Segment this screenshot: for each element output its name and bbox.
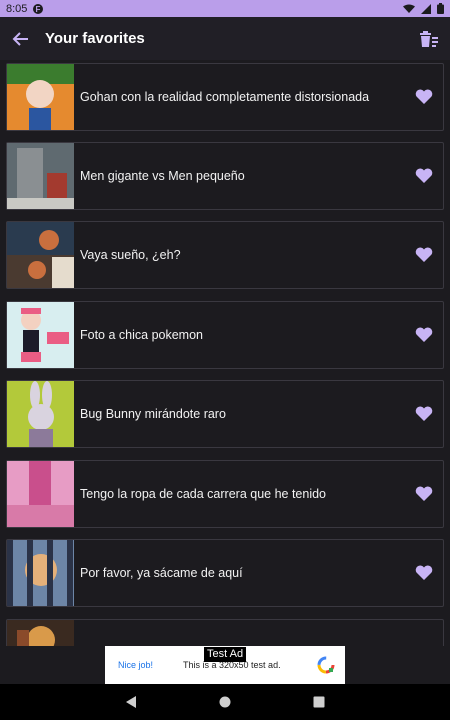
notification-icon: F <box>33 3 44 14</box>
heart-icon <box>415 486 433 501</box>
favorite-title: Por favor, ya sácame de aquí <box>80 566 243 580</box>
favorite-item[interactable]: Gohan con la realidad completamente dist… <box>6 63 444 131</box>
ad-nice-job-text: Nice job! <box>118 660 154 670</box>
favorite-title: Tengo la ropa de cada carrera que he ten… <box>80 487 327 501</box>
favorite-thumbnail <box>7 461 74 527</box>
favorite-thumbnail <box>7 64 74 130</box>
favorite-item[interactable]: Foto a chica pokemon <box>6 301 444 369</box>
battery-icon <box>437 3 444 14</box>
favorite-title: Gohan con la realidad completamente dist… <box>80 90 370 104</box>
favorite-item[interactable] <box>6 619 444 646</box>
favorite-thumbnail <box>7 143 74 209</box>
favorite-thumbnail <box>7 381 74 447</box>
favorite-thumbnail <box>7 302 74 368</box>
back-button[interactable] <box>10 29 30 49</box>
nav-home-button[interactable] <box>213 690 237 714</box>
system-nav-bar <box>0 684 450 720</box>
delete-list-icon <box>420 30 438 47</box>
app-bar: Your favorites <box>0 17 450 60</box>
favorite-toggle-button[interactable] <box>409 320 439 350</box>
favorite-thumbnail <box>7 540 74 606</box>
favorite-toggle-button[interactable] <box>409 399 439 429</box>
heart-icon <box>415 89 433 104</box>
triangle-back-icon <box>126 696 136 708</box>
delete-all-button[interactable] <box>418 28 440 50</box>
status-bar: 8:05 F <box>0 0 450 17</box>
nav-back-button[interactable] <box>119 690 143 714</box>
svg-text:F: F <box>36 5 41 14</box>
favorite-title: Bug Bunny mirándote raro <box>80 407 226 421</box>
favorite-thumbnail <box>7 222 74 288</box>
test-ad-label: Test Ad <box>204 647 247 662</box>
favorite-item[interactable]: Por favor, ya sácame de aquí <box>6 539 444 607</box>
signal-icon <box>421 3 431 14</box>
heart-icon <box>415 247 433 262</box>
circle-home-icon <box>219 696 231 708</box>
favorite-toggle-button[interactable] <box>409 161 439 191</box>
heart-icon <box>415 168 433 183</box>
favorite-item[interactable]: Tengo la ropa de cada carrera que he ten… <box>6 460 444 528</box>
favorite-title: Vaya sueño, ¿eh? <box>80 248 181 262</box>
arrow-left-icon <box>12 31 28 46</box>
nav-recents-button[interactable] <box>307 690 331 714</box>
favorite-toggle-button[interactable] <box>409 82 439 112</box>
square-recents-icon <box>313 696 325 708</box>
ad-choices-icon[interactable] <box>317 656 335 674</box>
wifi-icon <box>403 4 415 13</box>
favorite-toggle-button[interactable] <box>409 479 439 509</box>
status-time: 8:05 <box>6 2 28 15</box>
status-icons <box>403 3 444 14</box>
heart-icon <box>415 406 433 421</box>
heart-icon <box>415 565 433 580</box>
favorite-title: Men gigante vs Men pequeño <box>80 169 245 183</box>
favorite-item[interactable]: Men gigante vs Men pequeño <box>6 142 444 210</box>
favorite-item[interactable]: Bug Bunny mirándote raro <box>6 380 444 448</box>
favorite-thumbnail <box>7 620 74 646</box>
favorite-toggle-button[interactable] <box>409 558 439 588</box>
favorites-list[interactable]: Gohan con la realidad completamente dist… <box>0 60 450 646</box>
favorite-title: Foto a chica pokemon <box>80 328 203 342</box>
page-title: Your favorites <box>45 30 145 47</box>
favorite-toggle-button[interactable] <box>409 240 439 270</box>
favorite-item[interactable]: Vaya sueño, ¿eh? <box>6 221 444 289</box>
heart-icon <box>415 327 433 342</box>
